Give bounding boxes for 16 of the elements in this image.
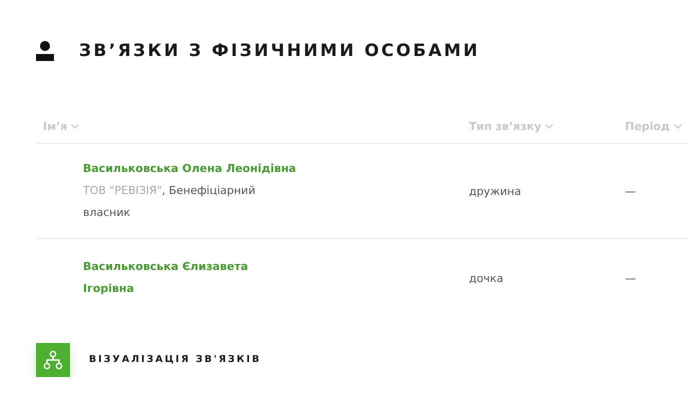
chevron-down-icon	[674, 124, 682, 129]
person-name-link[interactable]: Васильковська Єлизавета Ігорівна	[83, 256, 298, 300]
period-cell: —	[625, 184, 636, 198]
person-name-link[interactable]: Васильковська Олена Леонідівна	[83, 158, 296, 180]
hierarchy-icon	[43, 350, 63, 370]
visualize-label[interactable]: ВІЗУАЛІЗАЦІЯ ЗВ'ЯЗКІВ	[89, 354, 262, 364]
section-title: ЗВ’ЯЗКИ З ФІЗИЧНИМИ ОСОБАМИ	[79, 41, 480, 61]
company-link[interactable]: ТОВ "РЕВІЗІЯ"	[83, 184, 162, 197]
relation-type: дружина	[469, 184, 522, 198]
company-role-text: ТОВ "РЕВІЗІЯ", Бенефіціарний власник	[83, 183, 256, 221]
visualize-button[interactable]	[36, 343, 70, 377]
person-icon	[36, 41, 54, 61]
chevron-down-icon	[71, 124, 80, 129]
period-cell: —	[625, 272, 636, 284]
chevron-down-icon	[545, 124, 554, 129]
relation-type: дочка	[469, 272, 504, 284]
